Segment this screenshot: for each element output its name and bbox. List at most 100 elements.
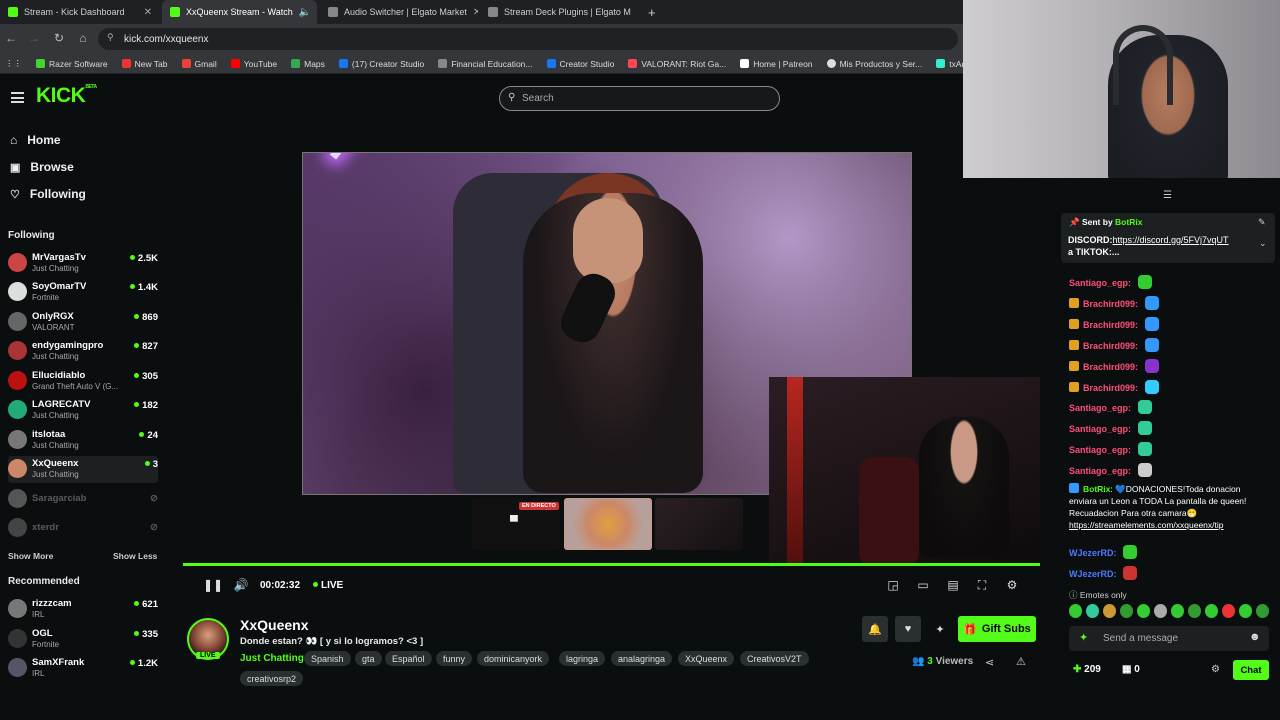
close-tab-icon[interactable]: ✕: [144, 7, 152, 18]
tab-audio-switcher[interactable]: Audio Switcher | Elgato Market ✕: [320, 0, 478, 24]
chat-settings-icon[interactable]: ⚙: [1211, 664, 1220, 675]
following-channel[interactable]: SoyOmarTV Fortnite 1.4K: [8, 279, 158, 306]
following-channel[interactable]: OnlyRGX VALORANT 869: [8, 309, 158, 336]
following-channel[interactable]: MrVargasTv Just Chatting 2.5K: [8, 250, 158, 277]
tag-chip[interactable]: gta: [355, 651, 382, 666]
bookmark[interactable]: Gmail: [181, 59, 217, 69]
chevron-down-icon[interactable]: ⌄: [1259, 238, 1267, 249]
share-icon[interactable]: ⋖: [985, 656, 994, 669]
chat-filter-icon[interactable]: ☰: [1163, 190, 1172, 201]
tag-chip[interactable]: lagringa: [559, 651, 606, 666]
forward-icon[interactable]: →: [26, 31, 42, 45]
chat-username[interactable]: Santiago_egp: [1069, 445, 1128, 455]
scene-thumbnail[interactable]: [655, 498, 743, 550]
following-channel[interactable]: Ellucidiablo Grand Theft Auto V (G... 305: [8, 368, 158, 395]
emote-icon[interactable]: [1256, 604, 1269, 618]
home-icon[interactable]: ⌂: [75, 31, 91, 45]
pinned-link[interactable]: https://discord.gg/5FVj7vqUT: [1113, 235, 1229, 245]
tab-stream-deck-plugins[interactable]: Stream Deck Plugins | Elgato M ✕: [480, 0, 638, 24]
heart-icon[interactable]: ♥: [895, 616, 921, 642]
pip-icon[interactable]: ◲: [885, 578, 901, 592]
emote-icon[interactable]: [1222, 604, 1235, 618]
chat-username[interactable]: Santiago_egp: [1069, 403, 1128, 413]
report-icon[interactable]: ⚠: [1016, 655, 1026, 668]
bookmark[interactable]: New Tab: [121, 59, 168, 69]
emote-icon[interactable]: [1205, 604, 1218, 618]
tag-chip[interactable]: funny: [436, 651, 473, 666]
nav-home[interactable]: ⌂ Home: [10, 133, 61, 147]
recommended-channel[interactable]: OGL Fortnite 335: [8, 626, 158, 653]
nav-following[interactable]: ♡ Following: [10, 187, 86, 201]
fullscreen-icon[interactable]: ⛶: [974, 578, 990, 593]
scene-thumbnail[interactable]: [564, 498, 652, 550]
search-input[interactable]: ⚲ Search: [499, 86, 780, 111]
tab-kick-dashboard[interactable]: Stream - Kick Dashboard ✕: [0, 0, 160, 24]
chat-input[interactable]: ✦ Send a message ☻: [1069, 626, 1269, 651]
show-more-button[interactable]: Show More: [8, 551, 53, 561]
chat-username[interactable]: BotRix: [1083, 484, 1110, 494]
chat-username[interactable]: WJezerRD: [1069, 548, 1114, 558]
kick-logo[interactable]: KICKBETA: [36, 84, 97, 108]
site-info-icon[interactable]: ⚲: [107, 32, 114, 43]
chat-username[interactable]: Brachird099: [1083, 341, 1135, 351]
back-icon[interactable]: ←: [3, 31, 19, 45]
bookmark[interactable]: Creator Studio: [546, 59, 614, 69]
bookmark[interactable]: txAdmin - FiveM/Re: [936, 59, 963, 69]
bookmark[interactable]: Mis Productos y Ser...: [826, 59, 922, 69]
emote-icon[interactable]: [1239, 604, 1252, 618]
new-tab-button[interactable]: +: [640, 0, 664, 24]
gift-subs-button[interactable]: 🎁 Gift Subs: [958, 616, 1036, 642]
offline-channel[interactable]: xterdr ⊘: [8, 515, 158, 542]
following-channel[interactable]: LAGRECATV Just Chatting 182: [8, 397, 158, 424]
bookmark[interactable]: Home | Patreon: [740, 59, 813, 69]
following-channel-selected[interactable]: XxQueenx Just Chatting 3: [8, 456, 158, 483]
recommended-channel[interactable]: SamXFrank IRL 1.2K: [8, 655, 158, 682]
emote-icon[interactable]: [1137, 604, 1150, 618]
nav-browse[interactable]: ▣ Browse: [10, 160, 74, 174]
emote-icon[interactable]: [1120, 604, 1133, 618]
show-less-button[interactable]: Show Less: [113, 551, 157, 561]
chat-username[interactable]: Brachird099: [1083, 320, 1135, 330]
progress-bar[interactable]: [183, 563, 1040, 566]
chat-username[interactable]: Brachird099: [1083, 383, 1135, 393]
bookmark[interactable]: Financial Education...: [438, 59, 533, 69]
tag-chip[interactable]: analagringa: [611, 651, 673, 666]
emoji-icon[interactable]: ☻: [1249, 631, 1261, 643]
emote-icon[interactable]: [1069, 604, 1082, 618]
following-channel[interactable]: itslotaa Just Chatting 24: [8, 427, 158, 454]
recommended-channel[interactable]: rizzzcam IRL 621: [8, 596, 158, 623]
chat-username[interactable]: Santiago_egp: [1069, 466, 1128, 476]
theater-mode-icon[interactable]: ▤: [945, 578, 961, 592]
bookmark[interactable]: (17) Creator Studio: [338, 59, 424, 69]
volume-icon[interactable]: 🔊: [233, 578, 249, 592]
tag-chip[interactable]: Spanish: [304, 651, 351, 666]
settings-icon[interactable]: ⚙: [1004, 578, 1020, 592]
pause-icon[interactable]: ❚❚: [203, 578, 223, 592]
notification-bell-icon[interactable]: 🔔: [862, 616, 888, 642]
tag-chip[interactable]: CreativosV2T: [740, 651, 809, 666]
channel-points[interactable]: ✚ 209: [1073, 664, 1101, 675]
bookmark[interactable]: YouTube: [230, 59, 277, 69]
chat-username[interactable]: Brachird099: [1083, 299, 1135, 309]
raid-icon[interactable]: ✦: [927, 616, 953, 642]
clip-icon[interactable]: ▭: [915, 578, 931, 592]
bookmark[interactable]: Razer Software: [36, 59, 108, 69]
emote-icon[interactable]: [1171, 604, 1184, 618]
chat-send-button[interactable]: Chat: [1233, 660, 1269, 680]
emote-icon[interactable]: [1103, 604, 1116, 618]
reload-icon[interactable]: ↻: [51, 31, 67, 45]
speaker-icon[interactable]: 🔈: [299, 7, 311, 18]
tag-chip[interactable]: creativosrp2: [240, 671, 304, 686]
apps-icon[interactable]: ⋮⋮: [5, 58, 22, 69]
tag-chip[interactable]: XxQueenx: [678, 651, 735, 666]
following-channel[interactable]: endygamingpro Just Chatting 827: [8, 338, 158, 365]
chat-username[interactable]: Santiago_egp: [1069, 278, 1128, 288]
url-input[interactable]: ⚲ kick.com/xxqueenx: [98, 28, 958, 50]
tag-chip[interactable]: Español: [385, 651, 432, 666]
unpin-icon[interactable]: ✎: [1258, 217, 1266, 228]
tag-chip[interactable]: dominicanyork: [477, 651, 550, 666]
tab-xxqueenx-stream[interactable]: XxQueenx Stream - Watch 🔈 ✕: [162, 0, 317, 24]
bookmark[interactable]: Maps: [291, 59, 325, 69]
emote-icon[interactable]: [1188, 604, 1201, 618]
close-tab-icon[interactable]: ✕: [637, 7, 638, 18]
